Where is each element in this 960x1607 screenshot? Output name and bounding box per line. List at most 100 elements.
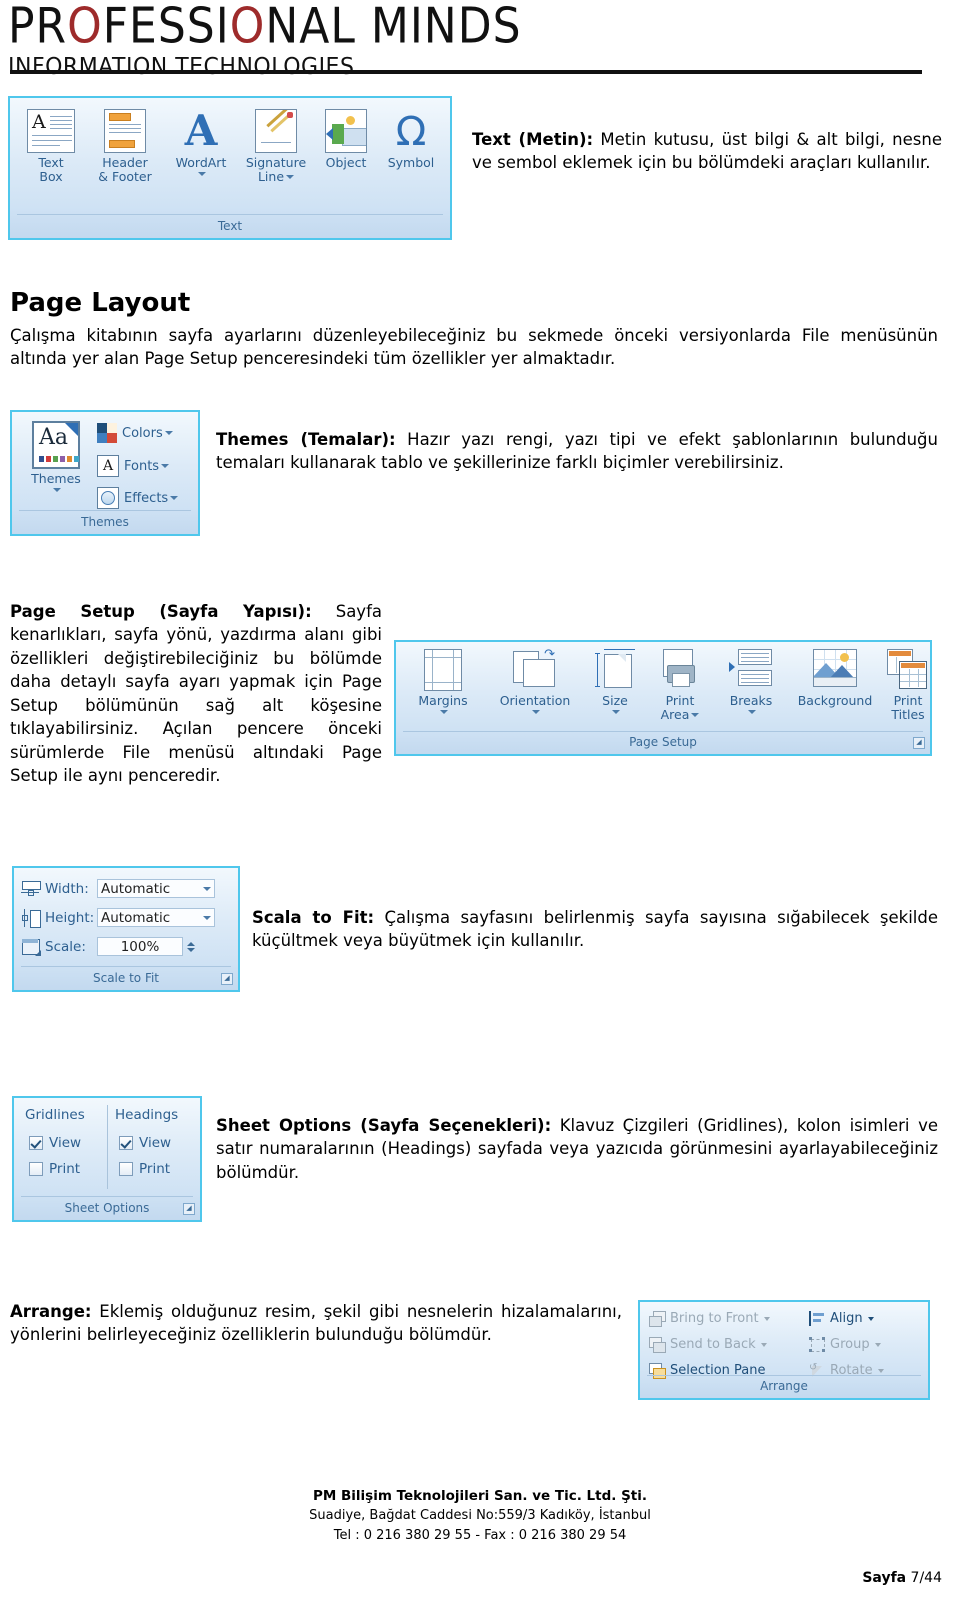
background-icon [813, 649, 857, 691]
chevron-down-icon [170, 496, 179, 500]
ribbon-item-theme-colors[interactable]: Colors [97, 423, 173, 443]
ribbon-item-align[interactable]: Align [809, 1311, 874, 1326]
scale-to-fit-value-height[interactable]: Automatic [97, 908, 215, 927]
ribbon-item-send-to-back[interactable]: Send to Back [649, 1337, 767, 1353]
ribbon-group-divider [21, 966, 231, 967]
text-group-description-bold: Text (Metin): [472, 130, 594, 149]
checkbox-icon[interactable] [29, 1136, 43, 1150]
ribbon-button-text-box[interactable]: A Text Box [17, 109, 85, 183]
scale-to-fit-value-scale[interactable]: 100% [97, 937, 183, 956]
scale-spinner[interactable] [187, 941, 195, 952]
logo-title: PROFESSIONAL MINDS [8, 0, 521, 55]
checkbox-gridlines-print[interactable]: Print [29, 1161, 80, 1177]
breaks-caret-row[interactable] [715, 709, 787, 715]
ribbon-group-divider [647, 1375, 921, 1376]
logo-title-part-b: FESSI [102, 0, 230, 55]
chevron-down-icon [532, 710, 540, 714]
sheet-options-description: Sheet Options (Sayfa Seçenekleri): Klavu… [216, 1114, 938, 1184]
fit-height-icon [21, 908, 41, 928]
chevron-down-icon [867, 1316, 874, 1321]
checkbox-icon[interactable] [29, 1162, 43, 1176]
sheet-options-dialog-launcher[interactable]: ◢ [183, 1203, 195, 1215]
ribbon-group-label-text: Text [217, 219, 243, 233]
ribbon-button-wordart[interactable]: A WordArt [165, 109, 237, 177]
ribbon-button-symbol[interactable]: Ω Symbol [377, 109, 445, 170]
ribbon-button-background[interactable]: Background [787, 649, 883, 708]
ribbon-group-divider [19, 510, 191, 511]
ribbon-button-object[interactable]: Object [315, 109, 377, 170]
ribbon-button-header-footer[interactable]: Header & Footer [85, 109, 165, 183]
ribbon-button-label: WordArt [175, 155, 227, 170]
page-setup-description-rest: Sayfa kenarlıkları, sayfa yönü, yazdırma… [10, 602, 382, 785]
scale-to-fit-label: Height: [45, 909, 95, 926]
ribbon-button-label2: Box [39, 168, 63, 184]
ribbon-item-group[interactable]: Group [809, 1337, 881, 1352]
wordart-caret-row[interactable] [165, 171, 237, 177]
checkbox-icon[interactable] [119, 1162, 133, 1176]
ribbon-item-label: Send to Back [670, 1337, 756, 1352]
ribbon-item-label: Bring to Front [670, 1311, 759, 1326]
themes-description: Themes (Temalar): Hazır yazı rengi, yazı… [216, 428, 938, 475]
spinner-up-icon[interactable] [187, 941, 195, 946]
ribbon-button-themes[interactable]: Aa Themes [19, 421, 93, 493]
ribbon-button-label2: Titles [891, 706, 925, 722]
ribbon-button-print-titles[interactable]: Print Titles [883, 649, 933, 721]
arrange-description: Arrange: Eklemiş olduğunuz resim, şekil … [10, 1300, 622, 1347]
fit-width-icon [21, 880, 41, 898]
ribbon-button-size[interactable]: Size [585, 649, 645, 715]
page-setup-dialog-launcher[interactable]: ◢ [913, 737, 925, 749]
ribbon-button-label2: Line [237, 169, 315, 184]
scale-to-fit-row-width[interactable]: Width: Automatic [21, 879, 215, 898]
sheet-options-column-header-gridlines: Gridlines [25, 1107, 85, 1123]
scale-to-fit-label: Width: [45, 880, 89, 897]
ribbon-button-print-area[interactable]: Print Area [645, 649, 715, 721]
spinner-down-icon[interactable] [187, 947, 195, 952]
themes-Aa-icon: Aa [32, 421, 80, 469]
size-caret-row[interactable] [585, 709, 645, 715]
ribbon-item-label: Effects [124, 490, 169, 506]
ribbon-button-margins[interactable]: Margins [401, 649, 485, 715]
ribbon-button-label: Themes [31, 471, 81, 486]
chevron-down-icon [748, 710, 756, 714]
margins-caret-row[interactable] [401, 709, 485, 715]
logo-title-part-c: NAL MINDS [265, 0, 522, 55]
page-number-value: 7/44 [906, 1570, 942, 1586]
send-to-back-icon [649, 1337, 666, 1353]
ribbon-item-label: Group [830, 1337, 870, 1352]
scale-to-fit-row-height[interactable]: Height: Automatic [21, 908, 215, 928]
margins-icon [424, 649, 462, 691]
ribbon-button-label: Breaks [729, 693, 773, 708]
page-layout-heading: Page Layout [10, 288, 191, 318]
checkbox-label: Print [139, 1161, 171, 1177]
ribbon-button-label: Signature [245, 155, 307, 170]
scale-to-fit-dialog-launcher[interactable]: ◢ [221, 973, 233, 985]
ribbon-button-label: Object [325, 155, 367, 170]
checkbox-headings-print[interactable]: Print [119, 1161, 170, 1177]
group-icon [809, 1337, 825, 1352]
themes-caret-row[interactable] [19, 487, 93, 493]
checkbox-gridlines-view[interactable]: View [29, 1135, 81, 1151]
page-number: Sayfa 7/44 [862, 1570, 942, 1586]
ribbon-button-label: Size [602, 693, 628, 708]
ribbon-button-label: Symbol [387, 155, 435, 170]
ribbon-group-divider [21, 1196, 193, 1197]
scale-to-fit-value-width[interactable]: Automatic [97, 879, 215, 898]
orientation-caret-row[interactable] [485, 709, 585, 715]
chevron-down-icon [874, 1342, 881, 1347]
sheet-options-ribbon-group: Gridlines Headings View Print View Print… [12, 1096, 202, 1222]
ribbon-group-divider [403, 731, 923, 732]
ribbon-item-theme-effects[interactable]: Effects [97, 487, 179, 509]
bring-to-front-icon [649, 1311, 666, 1327]
ribbon-button-label: Header [102, 155, 148, 170]
scale-icon [21, 938, 41, 956]
ribbon-button-breaks[interactable]: Breaks [715, 649, 787, 715]
checkbox-headings-view[interactable]: View [119, 1135, 171, 1151]
ribbon-item-bring-to-front[interactable]: Bring to Front [649, 1311, 770, 1327]
ribbon-item-theme-fonts[interactable]: A Fonts [97, 455, 170, 477]
checkbox-icon[interactable] [119, 1136, 133, 1150]
ribbon-button-signature-line[interactable]: Signature Line [237, 109, 315, 183]
ribbon-button-orientation[interactable]: ↷ Orientation [485, 648, 585, 715]
scale-to-fit-row-scale[interactable]: Scale: 100% [21, 937, 195, 956]
text-box-icon: A [27, 109, 75, 153]
footer: PM Bilişim Teknolojileri San. ve Tic. Lt… [0, 1486, 960, 1545]
